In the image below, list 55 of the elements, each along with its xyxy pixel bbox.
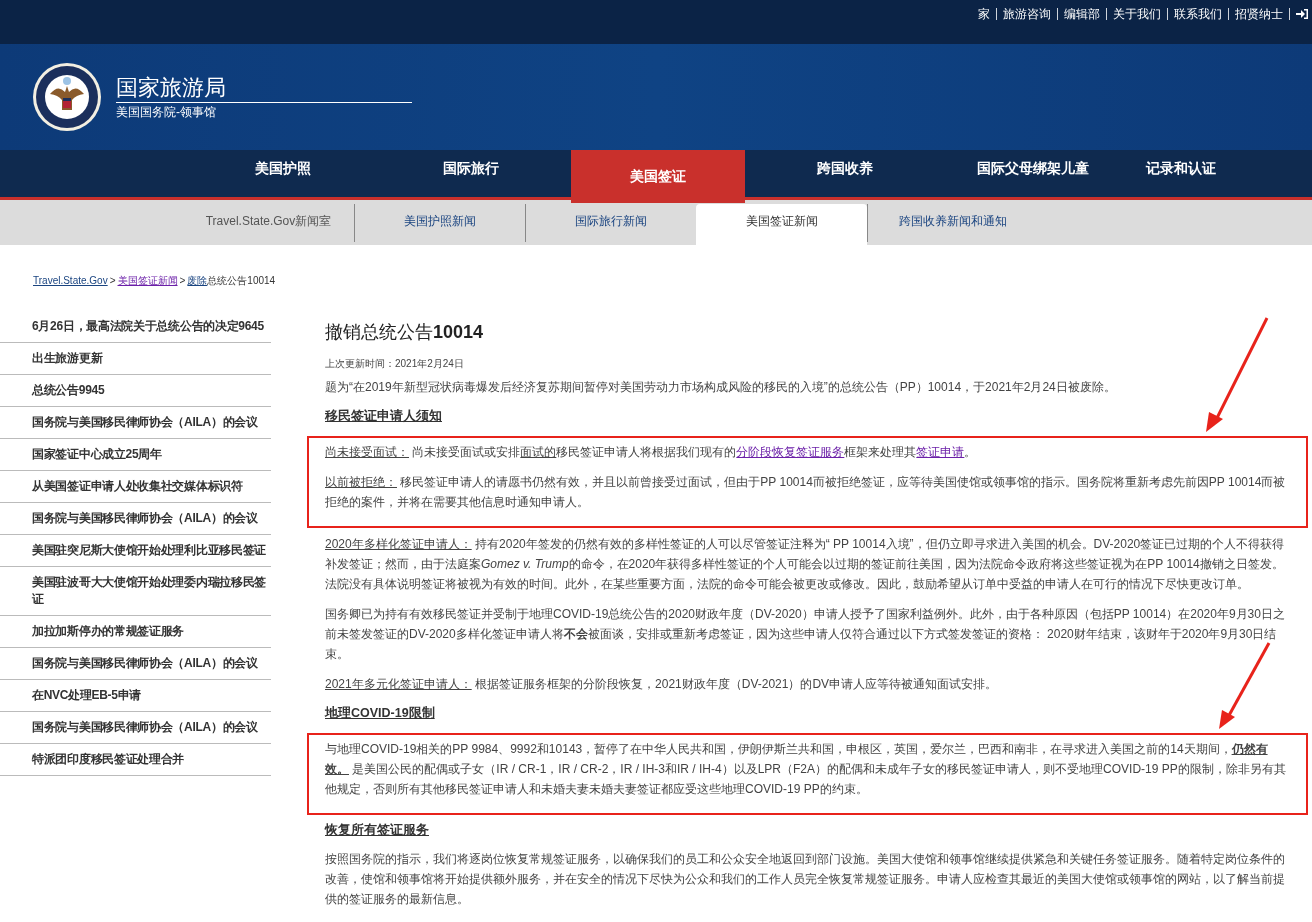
sidebar-item[interactable]: 特派团印度移民签证处理合并 bbox=[0, 744, 271, 776]
breadcrumb-current: 总统公告10014 bbox=[207, 274, 276, 288]
paragraph: 2020年多样化签证申请人： 持有2020年签发的仍然有效的多样性签证的人可以尽管签证注释为“ PP 10014入境”，但仍立即寻求进入美国的机会。DV-2020签证已过期的个人不得获得补发签证；然而，由于法庭案Gomez v. Trump的命令，在2020年获得多样性签证的个人可能会以过期的签证前往美国，因为法院命令政府将这些签证视为在PP 10014撤销之日签发。法院没有具体说明签证将被视为有效的时间。此外，在某些重要方面，法院的命令可能会被更改或修改。因此，鼓励希望从订单中受益的申请人在可行的情况下尽快更改订单。 bbox=[325, 535, 1286, 593]
sidebar-item[interactable]: 国家签证中心成立25周年 bbox=[0, 439, 271, 471]
nav-tab[interactable]: 国际旅行 bbox=[371, 150, 571, 187]
sidebar-item[interactable]: 加拉加斯停办的常规签证服务 bbox=[0, 616, 271, 648]
sidebar-item[interactable]: 国务院与美国移民律师协会（AILA）的会议 bbox=[0, 648, 271, 680]
site-title[interactable]: 国家旅游局 bbox=[116, 73, 412, 103]
paragraph: 尚未接受面试： 尚未接受面试或安排面试的移民签证申请人将根据我们现有的分阶段恢复签证服务框架来处理其签证申请。 bbox=[325, 443, 978, 461]
sidebar-item[interactable]: 出生旅游更新 bbox=[0, 343, 271, 375]
nav-tab[interactable]: 记录和认证 bbox=[1121, 150, 1241, 187]
paragraph: 以前被拒绝： 移民签证申请人的请愿书仍然有效，并且以前曾接受过面试，但由于PP 10014而被拒绝签证，应等待美国使馆或领事馆的指示。国务院将重新考虑先前因PP 10014而被拒绝的案件，并将在需要其他信息时通知申请人。 bbox=[325, 473, 1287, 511]
inline-link[interactable]: 分阶段恢复签证服务 bbox=[736, 444, 845, 459]
paragraph: 按照国务院的指示，我们将逐岗位恢复常规签证服务，以确保我们的员工和公众安全地返回到部门设施。美国大使馆和领事馆继续提供紧急和关键任务签证服务。随着特定岗位条件的改善，使馆和领事馆将开始提供额外服务，并在安全的情况下尽快为公众和我们的工作人员完全恢复常规签证服务。申请人应检查其最近的美国大使馆或领事馆的网站，以了解当前提供的签证服务的最新信息。 bbox=[325, 851, 1286, 909]
breadcrumb-separator: > bbox=[179, 274, 186, 288]
sidebar-item[interactable]: 美国驻波哥大大使馆开始处理委内瑞拉移民签证 bbox=[0, 567, 271, 616]
section-heading: 移民签证申请人须知 bbox=[325, 408, 443, 425]
section-heading: 地理COVID-19限制 bbox=[325, 704, 436, 722]
breadcrumb-link[interactable]: 美国签证新闻 bbox=[117, 273, 178, 288]
breadcrumb-separator: > bbox=[109, 274, 116, 288]
nav-tab[interactable]: 美国护照 bbox=[195, 150, 371, 187]
nav-tab[interactable]: 美国签证 bbox=[571, 150, 745, 203]
paragraph: 与地理COVID-19相关的PP 9984、9992和10143，暂停了在中华人民共和国，伊朗伊斯兰共和国，申根区，英国，爱尔兰，巴西和南非，在寻求进入美国之前的14天期间，仍然有效。 是美国公民的配偶或子女（IR / CR-1，IR / CR-2，IR / IH-3和IR / IH-4）以及LPR（F2A）的配偶和未成年子女的移民签证申请人，则不受地理COVID-19 PP的限制，除非另有其他规定，否则所有其他移民签证申请人和未婚夫妻未婚夫妻签证都应受这些地理COVID-19 PP的约束。 bbox=[325, 740, 1287, 798]
nav-tab[interactable]: 跨国收养 bbox=[745, 150, 945, 187]
sidebar-item[interactable]: 总统公告9945 bbox=[0, 375, 271, 407]
paragraph: 2021年多元化签证申请人： 根据签证服务框架的分阶段恢复，2021财政年度（DV-2021）的DV申请人应等待被通知面试安排。 bbox=[325, 675, 999, 693]
sign-in-icon[interactable] bbox=[1296, 8, 1308, 20]
site-subtitle: 美国国务院-领事馆 bbox=[116, 103, 217, 121]
sidebar-item[interactable]: 6月26日，最高法院关于总统公告的决定9645 bbox=[0, 311, 271, 343]
paragraph: 国务卿已为持有有效移民签证并受制于地理COVID-19总统公告的2020财政年度（DV-2020）申请人授予了国家利益例外。此外，由于各种原因（包括PP 10014）在2020年9月30日之前未签发签证的DV-2020多样化签证申请人将不会被面谈，安排或重新考虑签证，因为这些申请人仅符合通过以下方式签发签证的资格： 2020财年结束，该财年于2020年9月30日结束。 bbox=[325, 605, 1286, 663]
top-link[interactable]: 旅游咨询 bbox=[1003, 8, 1058, 20]
breadcrumb-link[interactable]: Travel.State.Gov bbox=[33, 273, 108, 288]
nav-tab[interactable]: 国际父母绑架儿童 bbox=[945, 150, 1121, 187]
sub-nav-tab[interactable]: 美国签证新闻 bbox=[696, 204, 867, 245]
sub-nav-tab[interactable]: Travel.State.Gov新闻室 bbox=[183, 204, 354, 242]
sidebar-item[interactable]: 从美国签证申请人处收集社交媒体标识符 bbox=[0, 471, 271, 503]
inline-link[interactable]: 签证申请 bbox=[916, 444, 965, 459]
sidebar-item[interactable]: 国务院与美国移民律师协会（AILA）的会议 bbox=[0, 407, 271, 439]
top-link[interactable]: 家 bbox=[978, 8, 997, 20]
top-link[interactable]: 招贤纳士 bbox=[1235, 8, 1290, 20]
breadcrumb-link[interactable]: 废除 bbox=[187, 273, 208, 288]
sub-nav-tab[interactable]: 跨国收养新闻和通知 bbox=[867, 204, 1038, 242]
paragraph: 题为“在2019年新型冠状病毒爆发后经济复苏期间暂停对美国劳动力市场构成风险的移民的入境”的总统公告（PP）10014，于2021年2月24日被废除。 bbox=[325, 379, 1117, 396]
top-link[interactable]: 联系我们 bbox=[1174, 8, 1229, 20]
sidebar-item[interactable]: 美国驻突尼斯大使馆开始处理利比亚移民签证 bbox=[0, 535, 271, 567]
section-heading: 恢复所有签证服务 bbox=[325, 821, 430, 839]
sidebar-item[interactable]: 国务院与美国移民律师协会（AILA）的会议 bbox=[0, 712, 271, 744]
top-link[interactable]: 关于我们 bbox=[1113, 8, 1168, 20]
top-link[interactable]: 编辑部 bbox=[1064, 8, 1107, 20]
last-updated: 上次更新时间：2021年2月24日 bbox=[325, 357, 465, 371]
sidebar-item[interactable]: 在NVC处理EB-5申请 bbox=[0, 680, 271, 712]
seal-drawing bbox=[32, 62, 102, 132]
sidebar-item[interactable]: 国务院与美国移民律师协会（AILA）的会议 bbox=[0, 503, 271, 535]
article-title: 撤销总统公告10014 bbox=[325, 321, 485, 344]
sub-nav-tab[interactable]: 美国护照新闻 bbox=[354, 204, 525, 242]
